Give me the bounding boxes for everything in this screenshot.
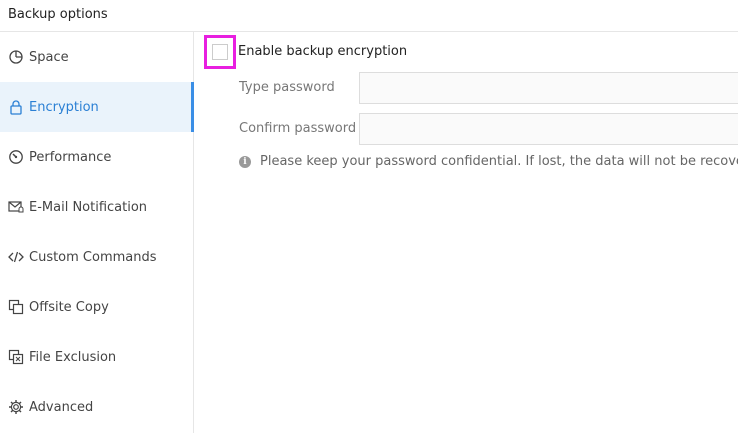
backup-options-window: Backup options Space Encryption Performa… bbox=[0, 0, 738, 433]
pie-chart-icon bbox=[8, 49, 24, 65]
sidebar-item-performance[interactable]: Performance bbox=[0, 132, 193, 182]
sidebar-item-custom-commands[interactable]: Custom Commands bbox=[0, 232, 193, 282]
window-title: Backup options bbox=[8, 7, 108, 22]
confirm-password-label: Confirm password bbox=[239, 121, 357, 136]
info-icon: i bbox=[239, 155, 251, 168]
password-info-note: i Please keep your password confidential… bbox=[239, 154, 738, 169]
sidebar-item-label: Offsite Copy bbox=[29, 299, 109, 315]
confirm-password-field[interactable] bbox=[359, 113, 738, 145]
sidebar-item-encryption[interactable]: Encryption bbox=[0, 82, 194, 132]
file-exclusion-icon bbox=[8, 349, 24, 365]
sidebar: Space Encryption Performance E-Mail Noti… bbox=[0, 32, 194, 433]
sidebar-item-label: Performance bbox=[29, 149, 112, 165]
encryption-panel: Enable backup encryption Type password C… bbox=[194, 32, 738, 433]
enable-encryption-label[interactable]: Enable backup encryption bbox=[238, 44, 407, 59]
sidebar-item-label: File Exclusion bbox=[29, 349, 117, 365]
type-password-label: Type password bbox=[239, 80, 335, 95]
sidebar-item-offsite-copy[interactable]: Offsite Copy bbox=[0, 282, 193, 332]
mail-bell-icon bbox=[8, 199, 24, 215]
gear-icon bbox=[8, 399, 24, 415]
code-icon bbox=[8, 249, 24, 265]
sidebar-item-space[interactable]: Space bbox=[0, 32, 193, 82]
enable-encryption-checkbox[interactable] bbox=[212, 44, 228, 60]
sidebar-item-file-exclusion[interactable]: File Exclusion bbox=[0, 332, 193, 382]
lock-icon bbox=[8, 99, 24, 115]
sidebar-item-label: Custom Commands bbox=[29, 249, 157, 265]
info-text: Please keep your password confidential. … bbox=[260, 154, 738, 169]
sidebar-item-label: Space bbox=[29, 49, 69, 65]
type-password-field[interactable] bbox=[359, 72, 738, 104]
sidebar-item-label: Encryption bbox=[29, 99, 99, 115]
title-bar: Backup options bbox=[0, 0, 738, 32]
sidebar-item-label: Advanced bbox=[29, 399, 94, 415]
enable-encryption-checkbox-highlight[interactable] bbox=[204, 35, 236, 69]
sidebar-item-advanced[interactable]: Advanced bbox=[0, 382, 193, 432]
copy-icon bbox=[8, 299, 24, 315]
speedometer-icon bbox=[8, 149, 24, 165]
sidebar-item-email-notification[interactable]: E-Mail Notification bbox=[0, 182, 193, 232]
sidebar-item-label: E-Mail Notification bbox=[29, 199, 148, 215]
